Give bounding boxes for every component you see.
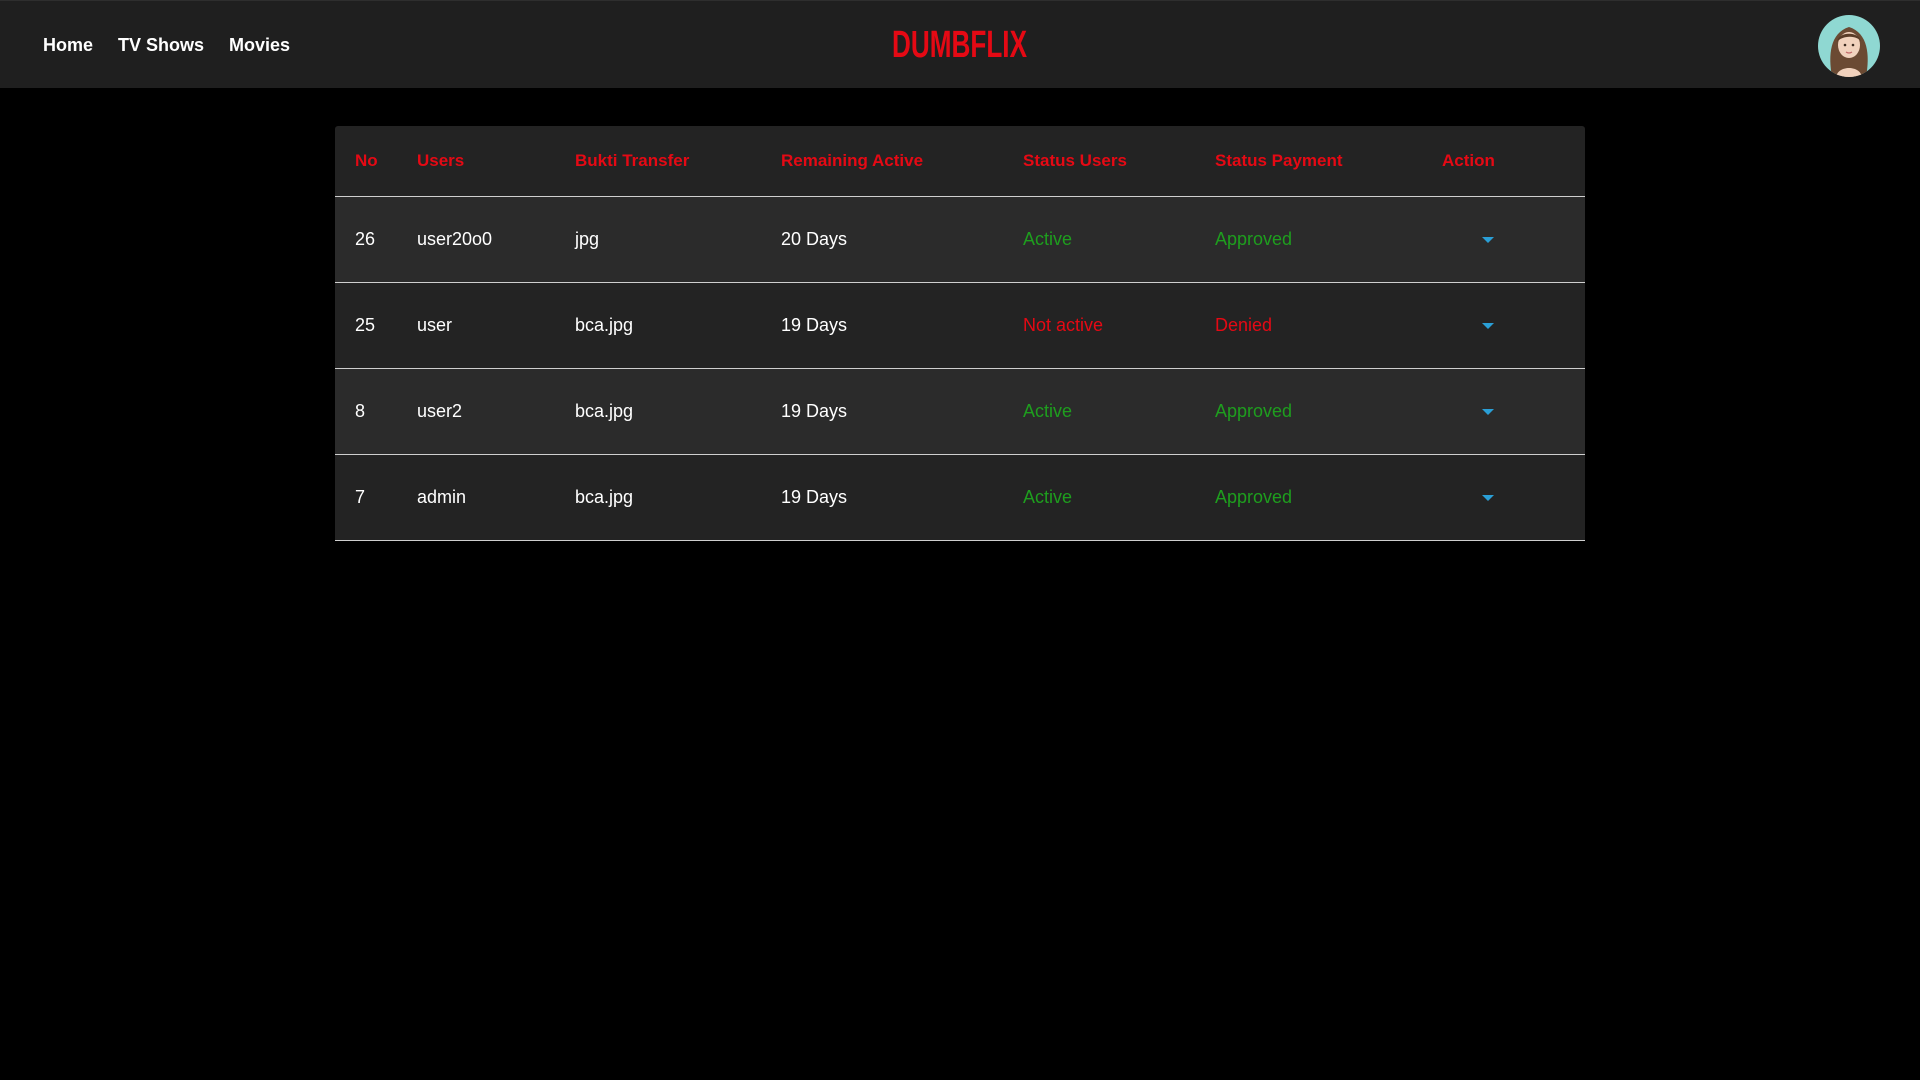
nav-link-tv-shows[interactable]: TV Shows [118, 35, 204, 56]
caret-down-icon[interactable] [1476, 228, 1500, 252]
column-header-bukti-transfer: Bukti Transfer [575, 126, 781, 197]
cell-no: 8 [335, 368, 417, 455]
caret-down-icon[interactable] [1476, 400, 1500, 424]
caret-down-icon[interactable] [1476, 486, 1500, 510]
logo-text: DUMBFLIX [892, 24, 1027, 62]
cell-bukti-transfer: jpg [575, 196, 781, 283]
cell-remaining-active: 19 Days [781, 368, 1023, 455]
column-header-users: Users [417, 126, 575, 197]
column-header-status-users: Status Users [1023, 126, 1215, 197]
table-row: 26 user20o0 jpg 20 Days Active Approved [335, 196, 1585, 283]
column-header-action: Action [1442, 126, 1585, 197]
cell-user: user2 [417, 368, 575, 455]
cell-status-payment: Denied [1215, 282, 1442, 369]
cell-action [1442, 368, 1585, 455]
column-header-remaining-active: Remaining Active [781, 126, 1023, 197]
caret-down-icon[interactable] [1476, 314, 1500, 338]
cell-bukti-transfer: bca.jpg [575, 368, 781, 455]
nav-link-home[interactable]: Home [43, 35, 93, 56]
cell-remaining-active: 19 Days [781, 282, 1023, 369]
cell-status-payment: Approved [1215, 196, 1442, 283]
cell-no: 7 [335, 454, 417, 541]
cell-bukti-transfer: bca.jpg [575, 454, 781, 541]
column-header-status-payment: Status Payment [1215, 126, 1442, 197]
table-row: 8 user2 bca.jpg 19 Days Active Approved [335, 368, 1585, 455]
table-header-row: No Users Bukti Transfer Remaining Active… [335, 126, 1585, 197]
cell-action [1442, 196, 1585, 283]
cell-status-payment: Approved [1215, 368, 1442, 455]
cell-status-payment: Approved [1215, 454, 1442, 541]
cell-status-user: Active [1023, 196, 1215, 283]
cell-user: user [417, 282, 575, 369]
cell-user: admin [417, 454, 575, 541]
top-navbar: Home TV Shows Movies DUMBFLIX [0, 0, 1920, 88]
table-row: 7 admin bca.jpg 19 Days Active Approved [335, 454, 1585, 541]
cell-remaining-active: 20 Days [781, 196, 1023, 283]
cell-user: user20o0 [417, 196, 575, 283]
cell-status-user: Not active [1023, 282, 1215, 369]
cell-bukti-transfer: bca.jpg [575, 282, 781, 369]
table-row: 25 user bca.jpg 19 Days Not active Denie… [335, 282, 1585, 369]
transactions-table-container: No Users Bukti Transfer Remaining Active… [335, 126, 1585, 541]
cell-no: 25 [335, 282, 417, 369]
column-header-no: No [335, 126, 417, 197]
nav-links: Home TV Shows Movies [43, 1, 290, 89]
transactions-table: No Users Bukti Transfer Remaining Active… [335, 126, 1585, 541]
cell-remaining-active: 19 Days [781, 454, 1023, 541]
user-avatar[interactable] [1818, 15, 1880, 77]
cell-action [1442, 282, 1585, 369]
cell-status-user: Active [1023, 454, 1215, 541]
avatar-image [1818, 15, 1880, 77]
nav-link-movies[interactable]: Movies [229, 35, 290, 56]
dumbflix-logo[interactable]: DUMBFLIX [891, 24, 1028, 62]
cell-no: 26 [335, 196, 417, 283]
cell-status-user: Active [1023, 368, 1215, 455]
cell-action [1442, 454, 1585, 541]
